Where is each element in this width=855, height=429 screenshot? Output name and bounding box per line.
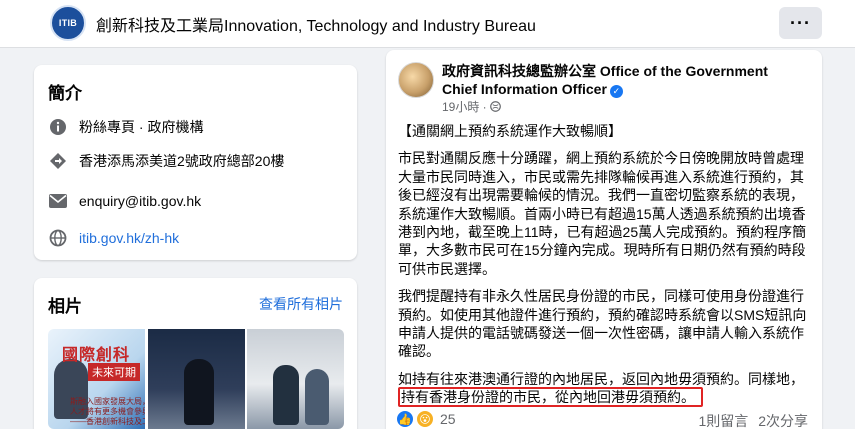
post-paragraph: 如持有往來港澳通行證的內地居民，返回內地毋須預約。同樣地， 持有香港身份證的市民…	[398, 370, 810, 408]
author-name-text[interactable]: 政府資訊科技總監辦公室 Office of the Government Chi…	[442, 63, 768, 97]
highlighted-text: 持有香港身份證的市民，從內地回港毋須預約。	[398, 387, 703, 408]
photo-thumb[interactable]: 國際創科 未來可期 斯融入國家發展大局， 人才將有更多機會參與國家級科 ——香港…	[48, 329, 145, 429]
post-stats: 1則留言 2次分享	[693, 411, 808, 429]
more-options-button[interactable]: ···	[779, 7, 822, 39]
thumb-subtitle: 未來可期	[88, 363, 140, 381]
photos-title: 相片	[48, 297, 82, 316]
photo-thumb[interactable]	[148, 329, 245, 429]
globe-icon	[48, 228, 68, 248]
address-text: 香港添馬添美道2號政府總部20樓	[79, 153, 285, 169]
post-timestamp[interactable]: 19小時 ·	[442, 98, 501, 115]
intro-card: 簡介 粉絲專頁 · 政府機構 香港添馬添美道2號政府總部20樓 enquiry@…	[34, 65, 357, 260]
page-title: 創新科技及工業局Innovation, Technology and Indus…	[96, 18, 536, 35]
author-avatar[interactable]	[398, 62, 434, 98]
page-header: ITIB 創新科技及工業局Innovation, Technology and …	[0, 0, 855, 48]
person-figure	[305, 369, 329, 425]
photo-thumb[interactable]	[247, 329, 344, 429]
verified-badge-icon: ✓	[609, 85, 623, 98]
category-text: 粉絲專頁 · 政府機構	[79, 119, 204, 135]
post-paragraph: 【通關網上預約系統運作大致暢順】	[398, 123, 622, 139]
photos-card: 相片 查看所有相片 國際創科 未來可期 斯融入國家發展大局， 人才將有更多機會參…	[34, 278, 357, 429]
website-link[interactable]: itib.gov.hk/zh-hk	[79, 230, 179, 246]
post-paragraph-text: 如持有往來港澳通行證的內地居民，返回內地毋須預約。同樣地，	[398, 370, 804, 387]
post-paragraph: 市民對通關反應十分踴躍，網上預約系統於今日傍晚開放時曾處理大量市民同時進入，市民…	[398, 150, 807, 277]
person-figure	[273, 365, 299, 425]
page-logo[interactable]: ITIB	[50, 5, 86, 41]
wow-reaction-icon: 😮	[416, 410, 434, 428]
public-audience-icon	[490, 100, 501, 114]
info-row-category: 粉絲專頁 · 政府機構	[48, 117, 203, 137]
shares-count[interactable]: 2次分享	[758, 413, 808, 429]
post-body: 【通關網上預約系統運作大致暢順】 市民對通關反應十分踴躍，網上預約系統於今日傍晚…	[398, 122, 810, 408]
email-icon	[48, 191, 68, 211]
timestamp-text[interactable]: 19小時 ·	[442, 100, 490, 114]
location-icon	[48, 151, 68, 171]
intro-title: 簡介	[48, 84, 82, 103]
logo-text: ITIB	[58, 18, 78, 28]
comments-count[interactable]: 1則留言	[699, 413, 749, 429]
info-row-email[interactable]: enquiry@itib.gov.hk	[48, 191, 201, 211]
more-icon: ···	[790, 12, 811, 33]
person-figure	[184, 359, 214, 425]
reaction-count[interactable]: 25	[440, 411, 456, 427]
thumb-caption: 斯融入國家發展大局， 人才將有更多機會參與國家級科 ——香港創新科技及工業	[70, 397, 145, 426]
post-author[interactable]: 政府資訊科技總監辦公室 Office of the Government Chi…	[442, 62, 802, 98]
reactions-summary[interactable]: 👍 😮 25	[396, 410, 456, 428]
post-card: 政府資訊科技總監辦公室 Office of the Government Chi…	[386, 50, 822, 429]
email-link[interactable]: enquiry@itib.gov.hk	[79, 193, 201, 209]
like-reaction-icon: 👍	[396, 410, 414, 428]
info-icon	[48, 117, 68, 137]
thumb-title: 國際創科	[62, 347, 131, 364]
post-paragraph: 我們提醒持有非永久性居民身份證的市民，同樣可使用身份證進行預約。如使用其他證件進…	[398, 288, 807, 360]
see-all-photos-link[interactable]: 查看所有相片	[259, 294, 343, 314]
info-row-website[interactable]: itib.gov.hk/zh-hk	[48, 228, 179, 248]
info-row-address: 香港添馬添美道2號政府總部20樓	[48, 151, 284, 171]
